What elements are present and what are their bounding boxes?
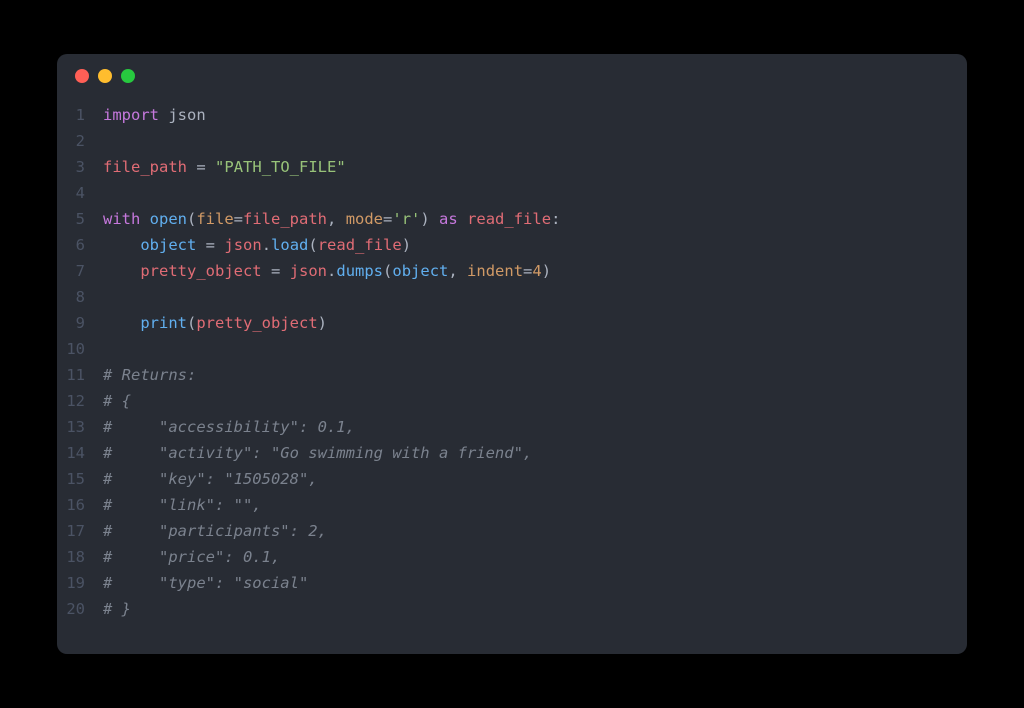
code-line: 18# "price": 0.1, [57, 544, 967, 570]
line-number: 7 [57, 258, 103, 284]
code-line: 15# "key": "1505028", [57, 466, 967, 492]
minimize-icon[interactable] [98, 69, 112, 83]
close-icon[interactable] [75, 69, 89, 83]
code-line: 8 [57, 284, 967, 310]
code-line: 7 pretty_object = json.dumps(object, ind… [57, 258, 967, 284]
line-number: 14 [57, 440, 103, 466]
code-editor-window: 1import json23file_path = "PATH_TO_FILE"… [57, 54, 967, 654]
line-content: # Returns: [103, 362, 196, 388]
code-line: 5with open(file=file_path, mode='r') as … [57, 206, 967, 232]
code-line: 13# "accessibility": 0.1, [57, 414, 967, 440]
code-line: 2 [57, 128, 967, 154]
code-line: 10 [57, 336, 967, 362]
code-line: 16# "link": "", [57, 492, 967, 518]
line-number: 15 [57, 466, 103, 492]
line-number: 19 [57, 570, 103, 596]
line-content: # } [103, 596, 131, 622]
line-number: 4 [57, 180, 103, 206]
line-number: 6 [57, 232, 103, 258]
line-content: # "key": "1505028", [103, 466, 318, 492]
line-content: object = json.load(read_file) [103, 232, 411, 258]
line-content: # "price": 0.1, [103, 544, 280, 570]
maximize-icon[interactable] [121, 69, 135, 83]
line-content: with open(file=file_path, mode='r') as r… [103, 206, 560, 232]
line-number: 8 [57, 284, 103, 310]
line-number: 10 [57, 336, 103, 362]
line-content: import json [103, 102, 206, 128]
line-number: 16 [57, 492, 103, 518]
line-content: # { [103, 388, 131, 414]
line-number: 20 [57, 596, 103, 622]
code-line: 1import json [57, 102, 967, 128]
line-content: # "accessibility": 0.1, [103, 414, 355, 440]
line-content: pretty_object = json.dumps(object, inden… [103, 258, 551, 284]
code-line: 3file_path = "PATH_TO_FILE" [57, 154, 967, 180]
line-number: 9 [57, 310, 103, 336]
line-number: 5 [57, 206, 103, 232]
line-number: 12 [57, 388, 103, 414]
line-number: 11 [57, 362, 103, 388]
code-line: 12# { [57, 388, 967, 414]
line-number: 1 [57, 102, 103, 128]
window-titlebar [57, 54, 967, 98]
code-line: 14# "activity": "Go swimming with a frie… [57, 440, 967, 466]
line-number: 13 [57, 414, 103, 440]
code-line: 9 print(pretty_object) [57, 310, 967, 336]
line-content: # "participants": 2, [103, 518, 327, 544]
line-number: 2 [57, 128, 103, 154]
code-line: 6 object = json.load(read_file) [57, 232, 967, 258]
line-content: # "type": "social" [103, 570, 308, 596]
line-number: 3 [57, 154, 103, 180]
line-content: # "link": "", [103, 492, 262, 518]
code-line: 20# } [57, 596, 967, 622]
line-content: # "activity": "Go swimming with a friend… [103, 440, 532, 466]
line-number: 18 [57, 544, 103, 570]
code-line: 4 [57, 180, 967, 206]
code-line: 11# Returns: [57, 362, 967, 388]
line-content: file_path = "PATH_TO_FILE" [103, 154, 346, 180]
line-content: print(pretty_object) [103, 310, 327, 336]
code-area[interactable]: 1import json23file_path = "PATH_TO_FILE"… [57, 98, 967, 654]
code-line: 19# "type": "social" [57, 570, 967, 596]
code-line: 17# "participants": 2, [57, 518, 967, 544]
line-number: 17 [57, 518, 103, 544]
